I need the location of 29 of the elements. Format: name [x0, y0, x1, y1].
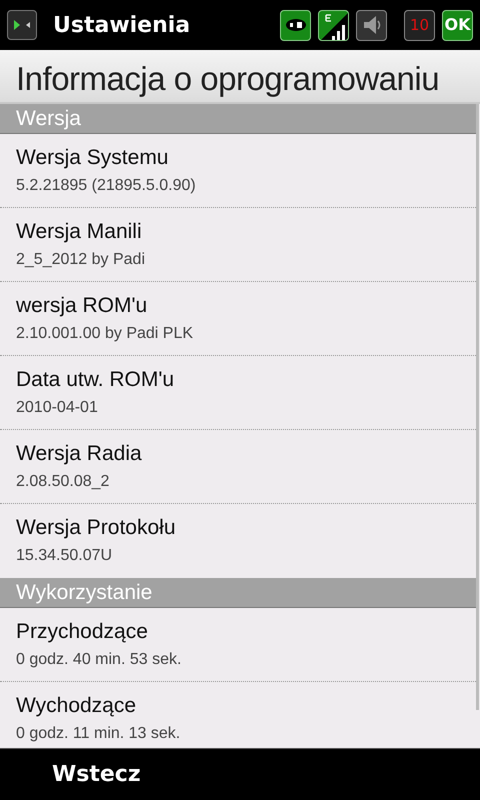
item-label: wersja ROM'u: [16, 293, 148, 319]
item-value: 2.08.50.08_2: [16, 472, 110, 492]
item-value: 2_5_2012 by Padi: [16, 250, 146, 270]
wifi-icon[interactable]: [280, 10, 311, 40]
item-label: Wersja Radia: [16, 441, 143, 467]
signal-icon[interactable]: [318, 10, 349, 40]
item-value: 0 godz. 11 min. 13 sek.: [16, 724, 182, 744]
speaker-icon[interactable]: [356, 10, 387, 40]
scrollbar[interactable]: [476, 104, 479, 710]
item-value: 5.2.21895 (21895.5.0.90): [16, 176, 197, 196]
item-value: 15.34.50.07U: [16, 546, 114, 566]
item-label: Przychodzące: [16, 619, 149, 645]
item-label: Data utw. ROM'u: [16, 367, 176, 393]
section-header: Wykorzystanie: [0, 578, 476, 608]
section-header: Wersja: [0, 104, 476, 134]
ok-button[interactable]: OK: [442, 10, 473, 40]
item-label: Wersja Protokołu: [16, 515, 177, 541]
back-soft-key[interactable]: Wstecz: [52, 758, 141, 791]
item-label: Wychodzące: [16, 693, 138, 719]
item-value: 0 godz. 40 min. 53 sek.: [16, 650, 182, 670]
window-title: Ustawienia: [53, 12, 190, 40]
battery-badge[interactable]: 10: [404, 10, 435, 40]
page-title: Informacja o oprogramowaniu: [16, 59, 440, 99]
item-value: 2.10.001.00 by Padi PLK: [16, 324, 194, 344]
item-label: Wersja Systemu: [16, 145, 170, 171]
start-button[interactable]: [7, 10, 37, 40]
item-label: Wersja Manili: [16, 219, 143, 245]
arrows-icon: [12, 18, 32, 32]
item-value: 2010-04-01: [16, 398, 99, 418]
